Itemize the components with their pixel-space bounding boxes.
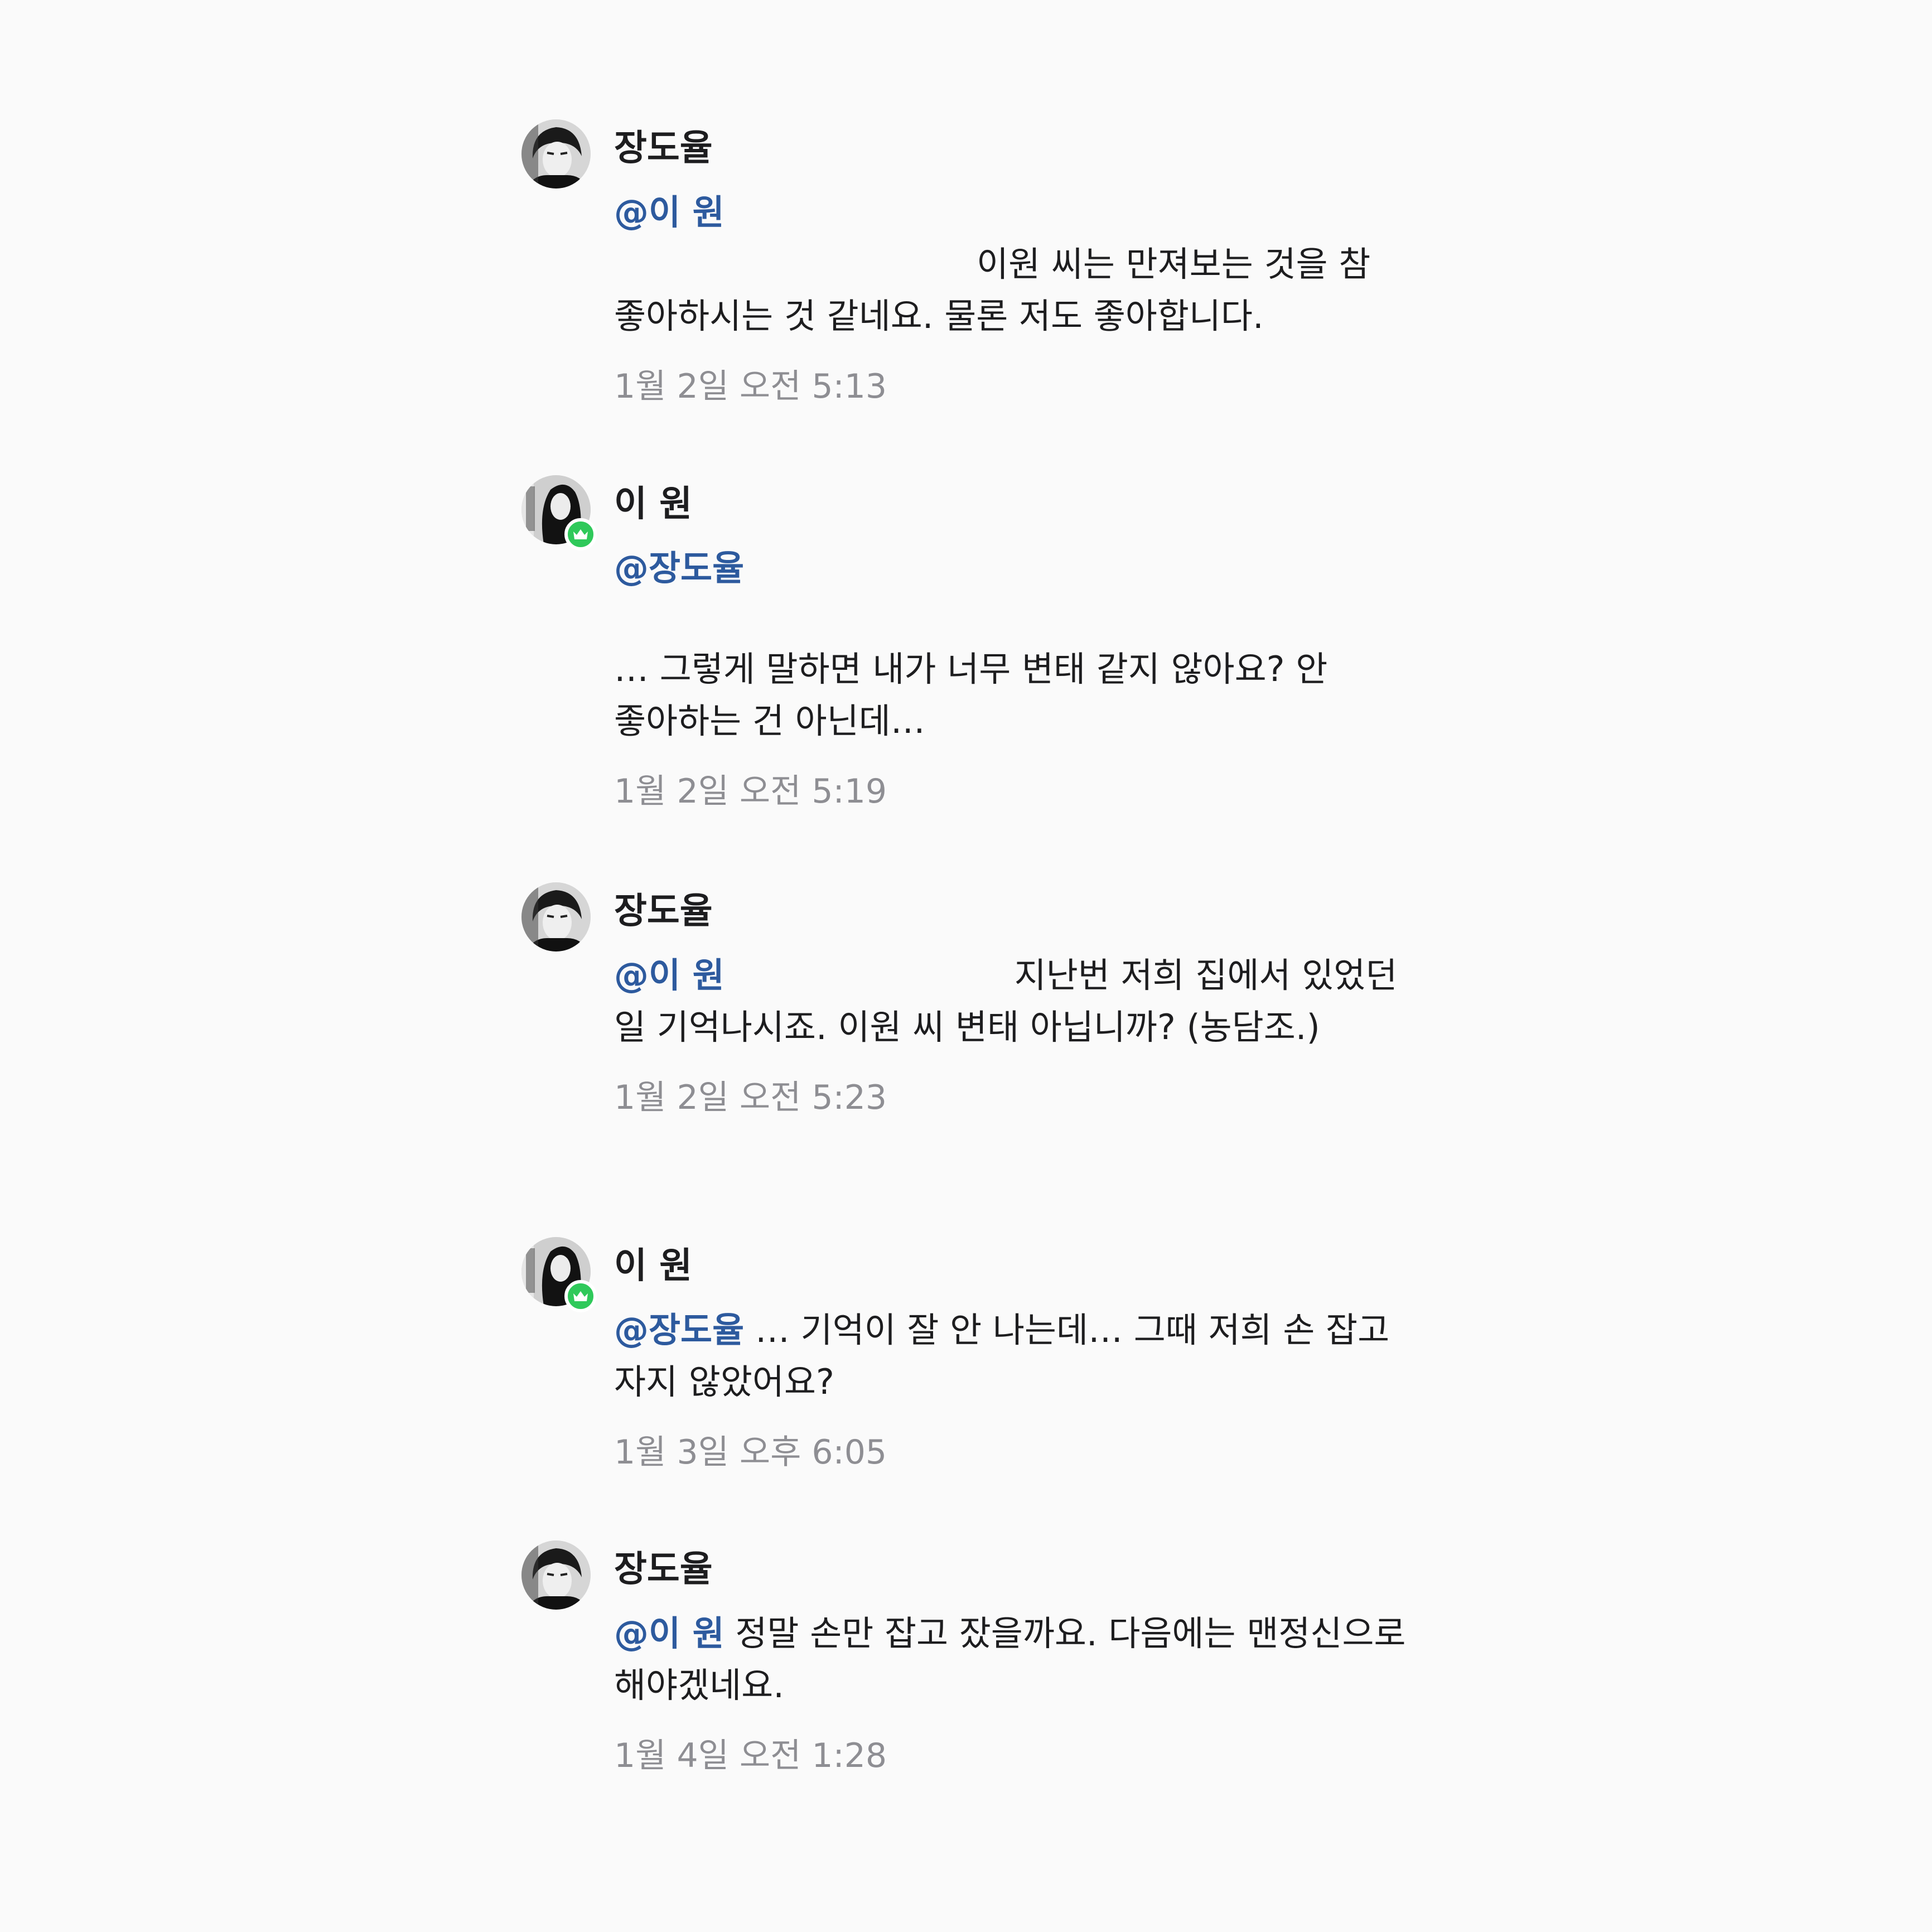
crown-icon (573, 529, 588, 539)
comment-author[interactable]: 장도율 (614, 126, 1408, 171)
avatar[interactable] (521, 475, 597, 550)
comment-body: … 그렇게 말하면 내가 너무 변태 같지 않아요? 안 좋아하는 건 아닌데… (614, 649, 1328, 741)
avatar[interactable] (521, 1237, 597, 1312)
comment-text: @이 원 정말 손만 잡고 잤을까요. 다음에는 맨정신으로 해야겠네요. (614, 1607, 1408, 1711)
mention-link[interactable]: @장도율 (614, 1310, 744, 1350)
mention-link[interactable]: @이 원 (614, 192, 724, 233)
mention-link[interactable]: @이 원 (614, 955, 724, 996)
comment-text: @장도율 … 그렇게 말하면 내가 너무 변태 같지 않아요? 안 좋아하는 건… (614, 542, 1408, 747)
comment-author[interactable]: 장도율 (614, 1547, 1408, 1592)
comment-author[interactable]: 이 원 (614, 1244, 1408, 1288)
avatar[interactable] (521, 1540, 591, 1610)
comment-body: 정말 손만 잡고 잤을까요. 다음에는 맨정신으로 해야겠네요. (614, 1613, 1406, 1706)
crown-icon (573, 1291, 588, 1301)
comment-timestamp: 1월 2일 오전 5:23 (614, 1078, 887, 1117)
comment-author[interactable]: 장도율 (614, 889, 1408, 934)
comment-body: 지난번 저희 집에서 있었던 일 기억나시죠. 이원 씨 변태 아닙니까? (농… (614, 955, 1398, 1047)
avatar[interactable] (521, 882, 591, 951)
comment-timestamp: 1월 3일 오후 6:05 (614, 1433, 887, 1472)
mention-link[interactable]: @장도율 (614, 548, 744, 588)
comment-text: @장도율 … 기억이 잘 안 나는데… 그때 저희 손 잡고 자지 않았어요? (614, 1304, 1408, 1408)
comment-timestamp: 1월 2일 오전 5:13 (614, 367, 887, 406)
comment-text: @이 원 이원 씨는 만져보는 것을 참 좋아하시는 것 같네요. 물론 저도 … (614, 186, 1408, 342)
comment-text: @이 원 지난번 저희 집에서 있었던 일 기억나시죠. 이원 씨 변태 아닙니까… (614, 949, 1408, 1053)
avatar[interactable] (521, 119, 591, 189)
comment-timestamp: 1월 4일 오전 1:28 (614, 1736, 887, 1775)
comment-author[interactable]: 이 원 (614, 482, 1408, 527)
owner-badge (564, 1280, 597, 1312)
comment-timestamp: 1월 2일 오전 5:19 (614, 772, 887, 811)
comment-body: 이원 씨는 만져보는 것을 참 좋아하시는 것 같네요. 물론 저도 좋아합니다… (614, 244, 1371, 336)
owner-badge (564, 518, 597, 550)
mention-link[interactable]: @이 원 (614, 1613, 724, 1654)
